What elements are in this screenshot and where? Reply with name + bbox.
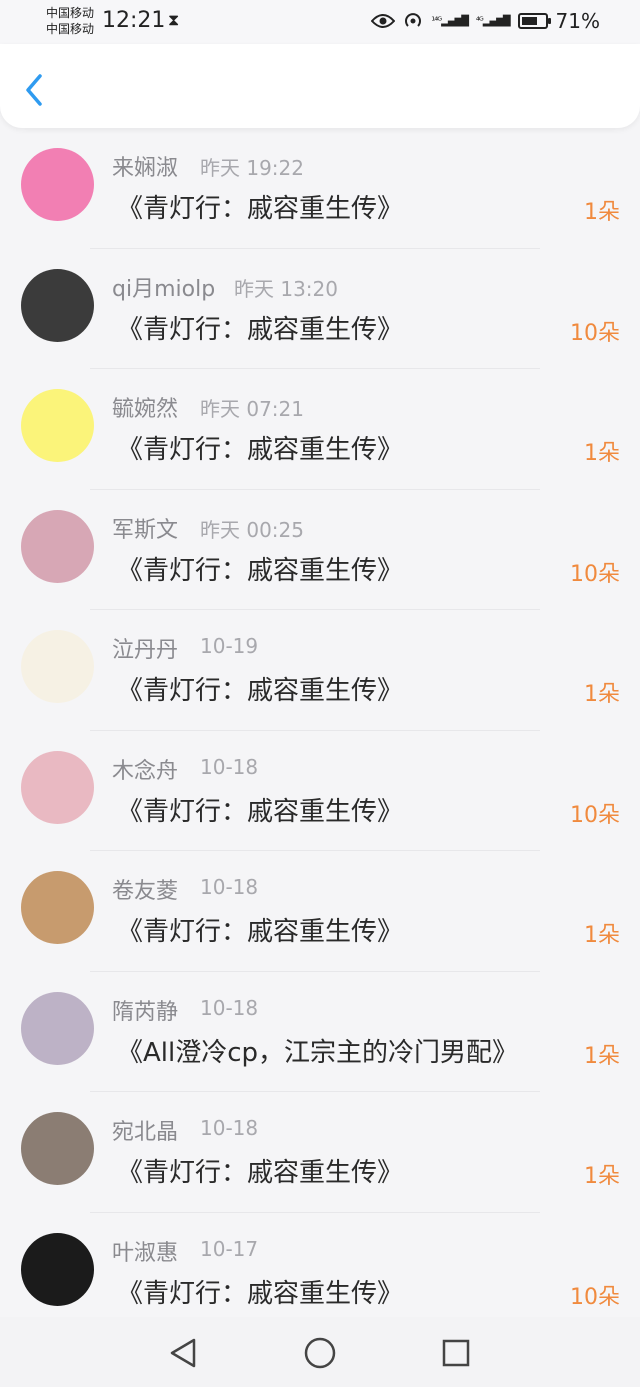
avatar[interactable] (21, 389, 94, 462)
hotspot-icon (405, 13, 422, 27)
flower-count: 10朵 (570, 802, 620, 828)
avatar[interactable] (21, 1112, 94, 1185)
nav-back-button[interactable] (166, 1335, 202, 1371)
avatar[interactable] (21, 268, 94, 342)
flower-count: 10朵 (570, 320, 620, 346)
sender-name: 叶淑惠 (112, 1240, 179, 1266)
list-item[interactable]: 宛北晶 10-18 《青灯行：戚容重生传》 1朵 (0, 1092, 640, 1213)
sender-name: 宛北晶 (112, 1120, 179, 1145)
flower-count: 1朵 (584, 1164, 620, 1189)
list-item[interactable]: 隋芮静 10-18 《All澄冷cp，江宗主的冷门男配》 1朵 (0, 972, 640, 1093)
avatar[interactable] (21, 148, 94, 221)
sender-name: 木念舟 (112, 758, 179, 784)
status-bar: 中国移动 中国移动 12:21 ⧗ ¹⁴ᴳ▂▄▆█ ⁴ᴳ▂▄▆█ 71% (0, 0, 640, 44)
timestamp: 10-18 (200, 754, 259, 779)
nav-home-button[interactable] (302, 1335, 338, 1371)
carrier-2: 中国移动 (46, 22, 95, 36)
flower-count: 1朵 (584, 1043, 620, 1069)
sender-name: 军斯文 (112, 517, 179, 543)
book-title[interactable]: 《All澄冷cp，江宗主的冷门男配》 (117, 1032, 518, 1069)
battery-fill (521, 17, 538, 25)
book-title[interactable]: 《青灯行：戚容重生传》 (117, 550, 403, 587)
sender-name: 泣丹丹 (112, 638, 179, 663)
nav-recent-button[interactable] (438, 1335, 474, 1371)
triangle-back-icon (170, 1338, 196, 1368)
avatar[interactable] (21, 871, 94, 944)
gift-record-list[interactable]: 来娴淑 昨天 19:22 《青灯行：戚容重生传》 1朵 qi月miolp 昨天 13:20… (0, 128, 640, 1317)
sender-name: qi月miolp (112, 276, 216, 302)
signal-1-icon: ¹⁴ᴳ▂▄▆█ (431, 15, 469, 27)
flower-count: 1朵 (584, 682, 620, 707)
sender-name: 卷友菱 (112, 879, 179, 904)
network-type-2: ⁴ᴳ (475, 15, 484, 27)
carrier-labels: 中国移动 中国移动 (46, 5, 94, 37)
flower-count: 1朵 (584, 200, 620, 225)
hourglass-icon: ⧗ (168, 10, 180, 29)
list-item[interactable]: qi月miolp 昨天 13:20 《青灯行：戚容重生传》 10朵 (0, 249, 640, 370)
avatar[interactable] (21, 630, 94, 703)
square-recent-icon (442, 1339, 470, 1367)
list-item[interactable]: 来娴淑 昨天 19:22 《青灯行：戚容重生传》 1朵 (0, 128, 640, 249)
system-nav-bar (0, 1317, 640, 1387)
timestamp: 10-18 (200, 1116, 259, 1140)
list-item[interactable]: 叶淑惠 10-17 《青灯行：戚容重生传》 10朵 (0, 1213, 640, 1318)
book-title[interactable]: 《青灯行：戚容重生传》 (117, 429, 403, 466)
avatar[interactable] (21, 1232, 94, 1306)
network-type-1: ¹⁴ᴳ (431, 15, 442, 27)
carrier-1: 中国移动 (46, 6, 95, 20)
timestamp: 10-18 (200, 995, 259, 1020)
back-button[interactable] (20, 70, 54, 110)
flower-count: 1朵 (584, 441, 620, 466)
avatar[interactable] (21, 509, 94, 583)
timestamp: 昨天 19:22 (200, 156, 304, 180)
book-title[interactable]: 《青灯行：戚容重生传》 (117, 670, 403, 707)
flower-count: 10朵 (570, 561, 620, 587)
book-title[interactable]: 《青灯行：戚容重生传》 (117, 1273, 403, 1310)
timestamp: 昨天 13:20 (234, 276, 338, 301)
flower-count: 10朵 (570, 1284, 620, 1310)
timestamp: 昨天 00:25 (200, 517, 304, 542)
sender-name: 毓婉然 (112, 397, 179, 422)
book-title[interactable]: 《青灯行：戚容重生传》 (117, 911, 403, 948)
book-title[interactable]: 《青灯行：戚容重生传》 (117, 791, 403, 828)
sender-name: 隋芮静 (112, 999, 179, 1025)
avatar[interactable] (21, 750, 94, 824)
timestamp: 10-18 (200, 875, 259, 899)
battery-percent: 71% (555, 9, 600, 33)
list-item[interactable]: 毓婉然 昨天 07:21 《青灯行：戚容重生传》 1朵 (0, 369, 640, 490)
avatar[interactable] (21, 991, 94, 1065)
timestamp: 10-19 (200, 634, 259, 658)
eye-icon (371, 14, 396, 28)
list-item[interactable]: 卷友菱 10-18 《青灯行：戚容重生传》 1朵 (0, 851, 640, 972)
list-item[interactable]: 军斯文 昨天 00:25 《青灯行：戚容重生传》 10朵 (0, 490, 640, 611)
book-title[interactable]: 《青灯行：戚容重生传》 (117, 1152, 403, 1189)
circle-home-icon (304, 1337, 336, 1369)
top-nav-bar (0, 44, 640, 128)
chevron-left-icon (26, 74, 42, 106)
sender-name: 来娴淑 (112, 156, 179, 181)
signal-2-icon: ⁴ᴳ▂▄▆█ (475, 15, 511, 27)
status-clock: 12:21 (102, 8, 166, 33)
status-icons: ¹⁴ᴳ▂▄▆█ ⁴ᴳ▂▄▆█ 71% (371, 9, 600, 33)
book-title[interactable]: 《青灯行：戚容重生传》 (117, 188, 403, 225)
list-item[interactable]: 木念舟 10-18 《青灯行：戚容重生传》 10朵 (0, 731, 640, 852)
book-title[interactable]: 《青灯行：戚容重生传》 (117, 309, 403, 346)
flower-count: 1朵 (584, 923, 620, 948)
battery-icon (517, 13, 551, 29)
list-item[interactable]: 泣丹丹 10-19 《青灯行：戚容重生传》 1朵 (0, 610, 640, 731)
timestamp: 10-17 (200, 1236, 259, 1261)
timestamp: 昨天 07:21 (200, 397, 304, 421)
